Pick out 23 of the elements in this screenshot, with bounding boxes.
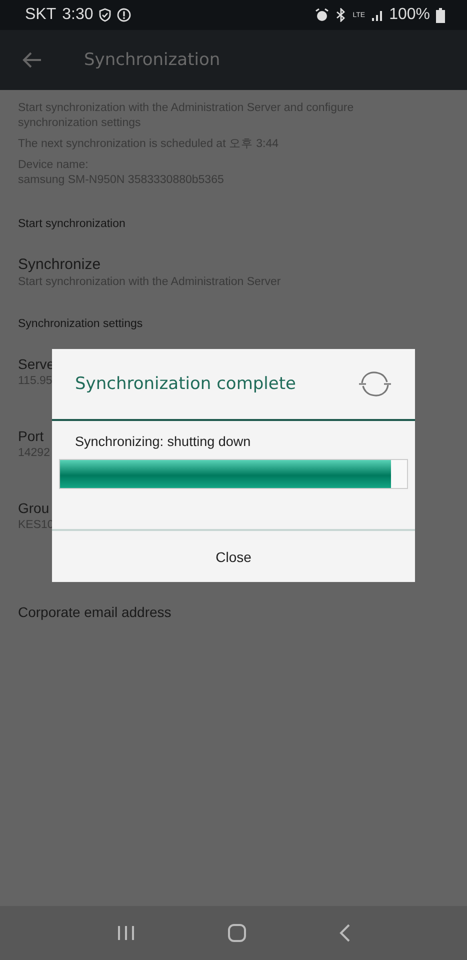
back-arrow-icon[interactable] xyxy=(22,52,42,68)
dialog-title: Synchronization complete xyxy=(75,374,296,394)
home-icon[interactable] xyxy=(228,924,246,942)
shield-icon xyxy=(99,8,112,22)
setting-title[interactable]: Port xyxy=(18,428,44,444)
setting-title[interactable]: Grou xyxy=(18,500,50,516)
section-header: Synchronization settings xyxy=(18,318,144,330)
setting-title[interactable]: Corporate email address xyxy=(18,604,172,620)
battery-icon xyxy=(436,8,445,22)
bluetooth-icon xyxy=(334,8,347,22)
back-icon[interactable] xyxy=(338,924,350,942)
signal-icon xyxy=(371,9,384,21)
dialog-message: Synchronizing: shutting down xyxy=(75,434,252,449)
section-header: Start synchronization xyxy=(18,218,126,230)
alarm-icon xyxy=(314,8,329,22)
carrier: SKT xyxy=(25,6,56,24)
setting-title[interactable]: Synchronize xyxy=(18,256,101,273)
screen-title: Synchronization xyxy=(84,50,220,70)
clock: 3:30 xyxy=(62,6,94,24)
sync-icon xyxy=(358,369,392,399)
battery-percent: 100% xyxy=(389,6,430,24)
alert-icon xyxy=(117,8,132,22)
recent-apps-icon[interactable] xyxy=(116,925,134,941)
